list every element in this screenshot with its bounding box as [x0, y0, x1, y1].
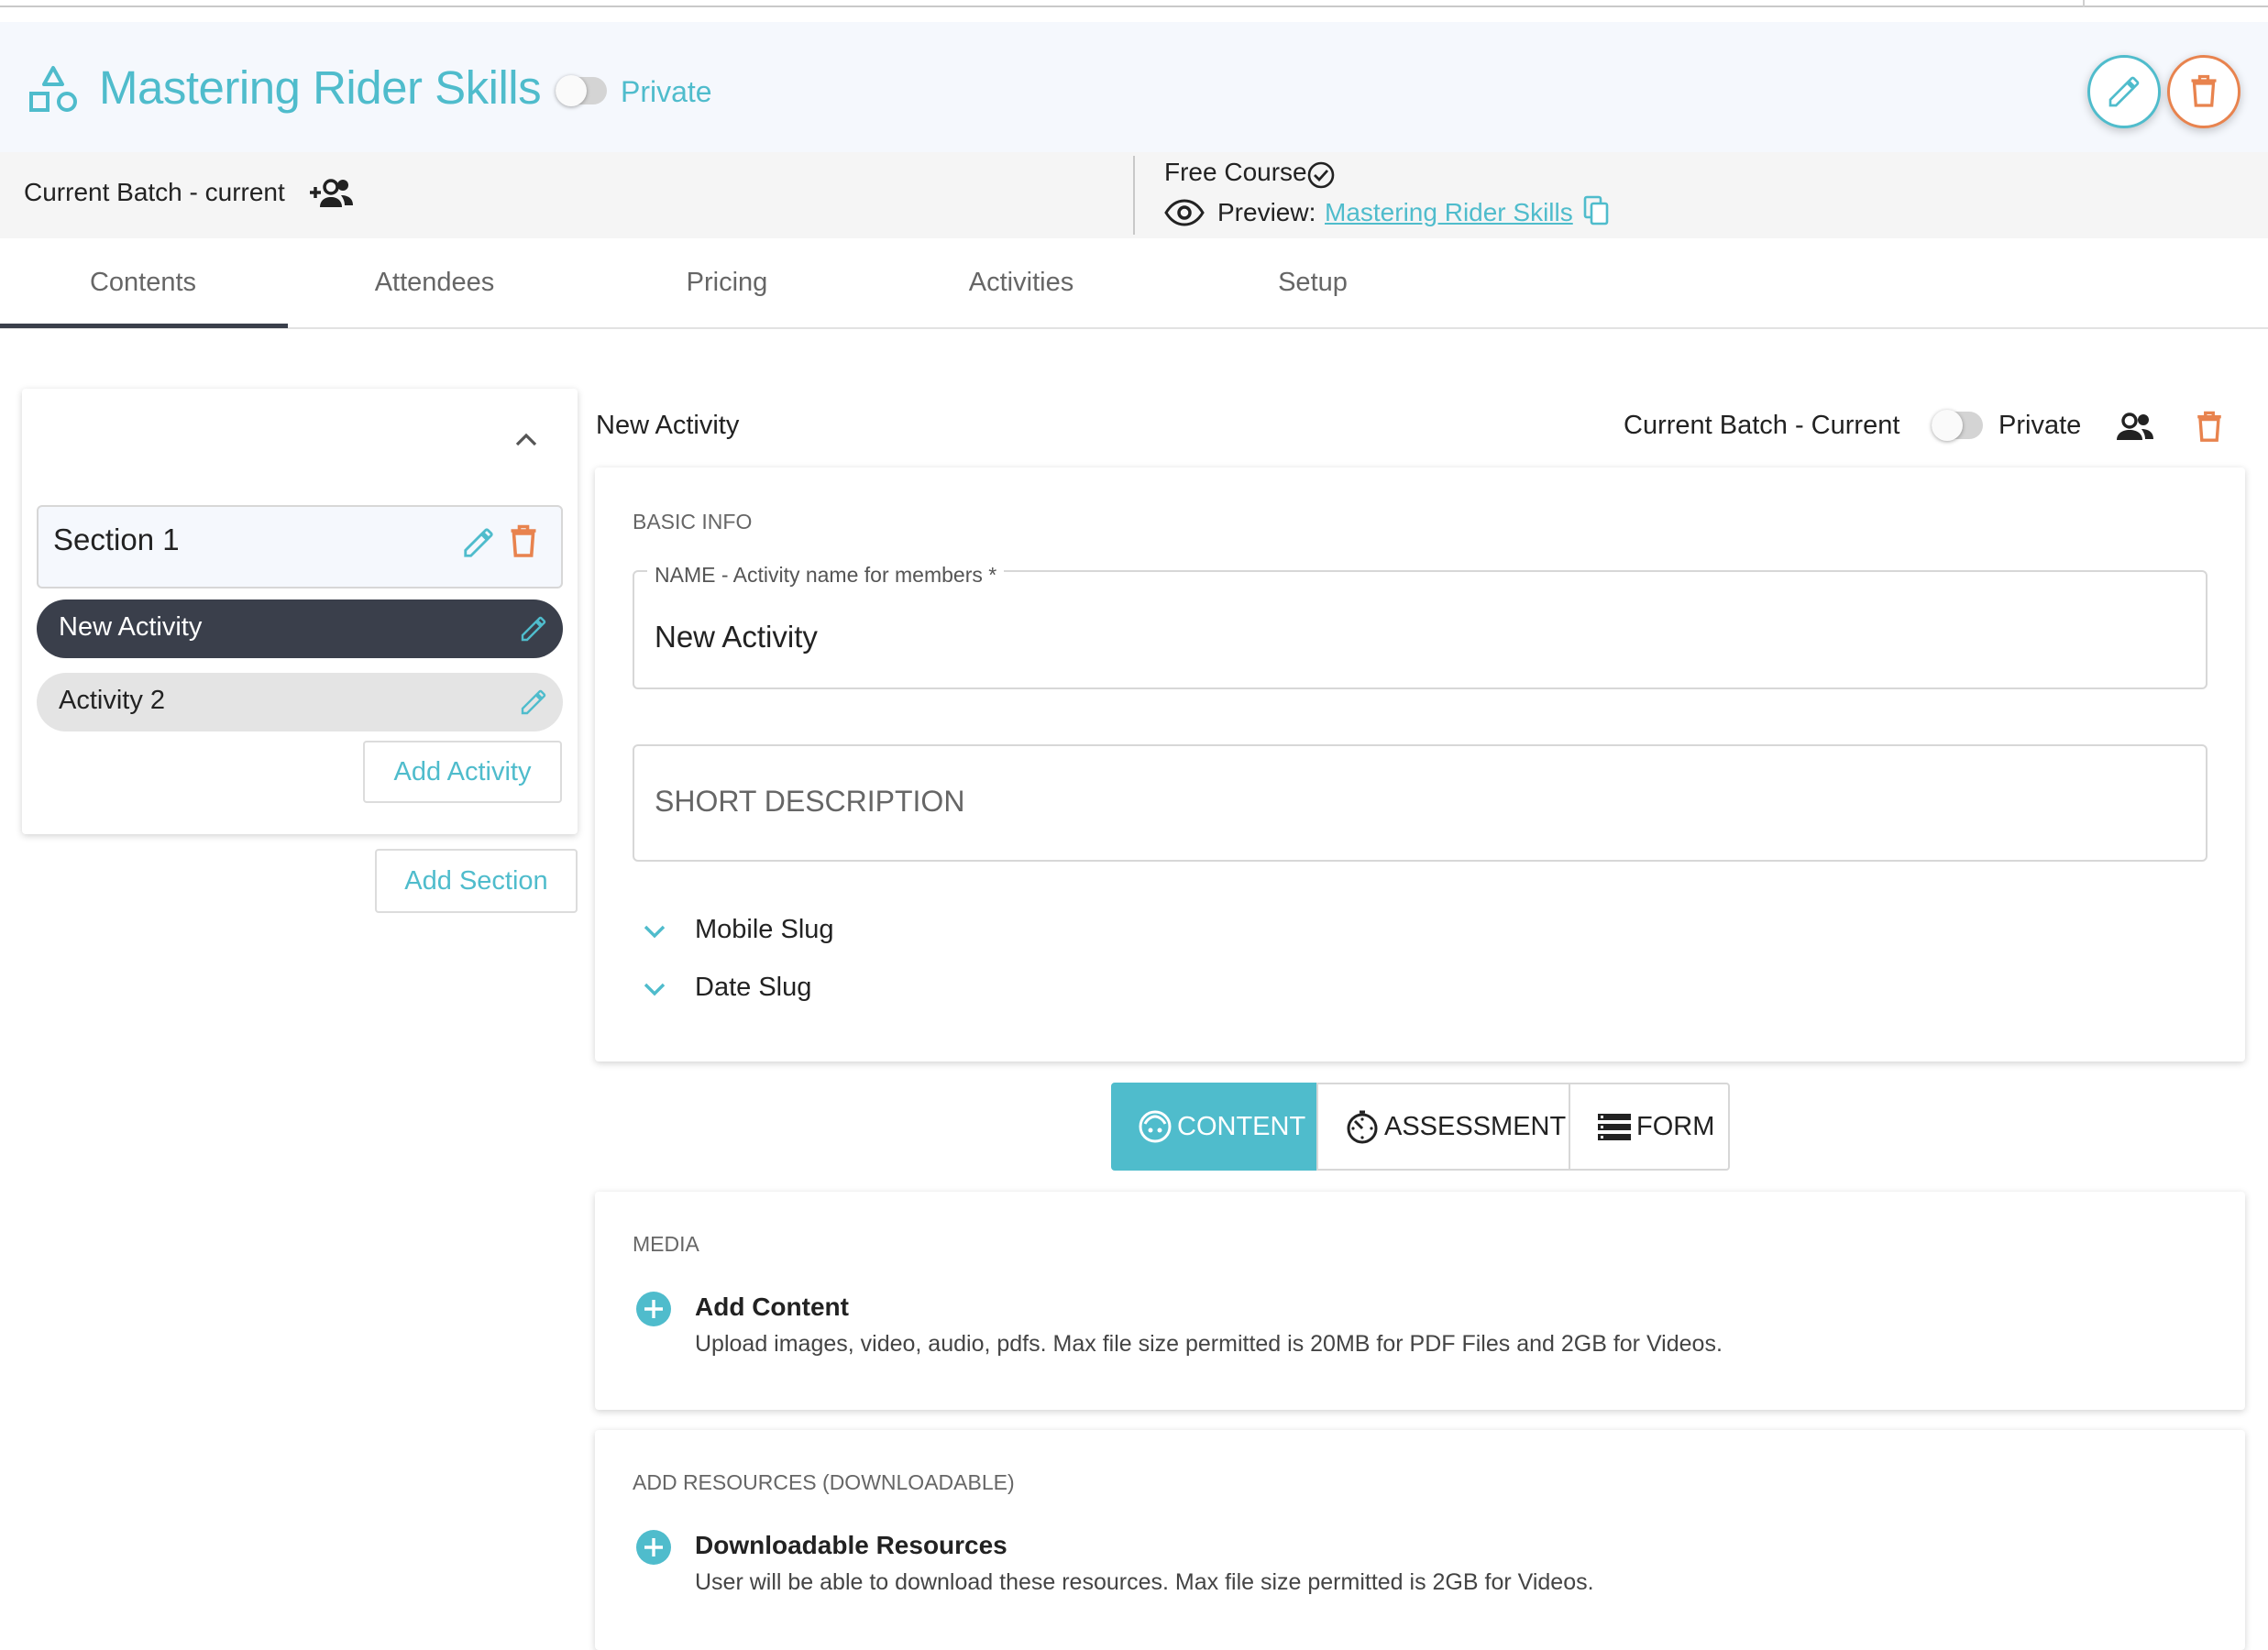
preview-label: Preview: [1217, 198, 1316, 226]
tab-contents[interactable]: Contents [0, 268, 286, 298]
current-batch-label: Current Batch - current [24, 178, 285, 206]
eye-icon [1164, 199, 1205, 226]
shapes-icon [29, 66, 77, 112]
tabs-divider [0, 327, 2268, 329]
content-type-content-button[interactable]: CONTENT [1111, 1083, 1318, 1171]
basic-info-heading: BASIC INFO [633, 510, 753, 534]
tab-pricing[interactable]: Pricing [584, 268, 870, 298]
activity-name-label: NAME - Activity name for members * [647, 563, 1005, 588]
content-type-form-button[interactable]: FORM [1569, 1083, 1730, 1171]
course-title: Mastering Rider Skills [99, 61, 542, 114]
add-activity-button[interactable]: Add Activity [363, 741, 562, 803]
mobile-slug-toggle[interactable]: Mobile Slug [695, 915, 834, 945]
timer-icon [1347, 1110, 1378, 1144]
activity-private-label: Private [1998, 411, 2082, 440]
copy-icon[interactable] [1582, 195, 1610, 226]
course-private-label: Private [621, 75, 712, 108]
chevron-down-icon[interactable] [641, 979, 668, 999]
tab-activities[interactable]: Activities [878, 268, 1164, 298]
add-group-icon[interactable] [308, 177, 356, 210]
chevron-down-icon[interactable] [641, 921, 668, 941]
top-border-tick [2083, 0, 2085, 7]
edit-activity-icon[interactable] [519, 614, 548, 644]
section-label: Section 1 [53, 522, 180, 556]
date-slug-toggle[interactable]: Date Slug [695, 973, 811, 1003]
batch-bar-divider [1133, 156, 1135, 235]
downloadable-resources-description: User will be able to download these reso… [695, 1569, 1594, 1595]
edit-section-icon[interactable] [461, 525, 496, 560]
downloadable-resources-title[interactable]: Downloadable Resources [695, 1531, 1007, 1560]
activity-label: New Activity [59, 612, 203, 642]
delete-course-button[interactable] [2167, 55, 2240, 128]
activity-title: New Activity [596, 411, 740, 440]
edit-activity-icon[interactable] [519, 688, 548, 717]
activity-private-toggle[interactable] [1932, 410, 1983, 441]
delete-activity-icon[interactable] [2194, 409, 2225, 446]
activity-label: Activity 2 [59, 686, 166, 715]
course-private-toggle[interactable] [556, 75, 607, 106]
add-content-title[interactable]: Add Content [695, 1292, 849, 1322]
trash-icon [2191, 74, 2217, 107]
add-circle-icon[interactable] [635, 1291, 672, 1327]
activity-item-selected[interactable]: New Activity [37, 600, 563, 658]
users-icon[interactable] [2114, 412, 2156, 443]
content-type-label: FORM [1636, 1111, 1715, 1141]
activity-batch-label: Current Batch - Current [1624, 411, 1900, 440]
content-type-label: CONTENT [1177, 1111, 1306, 1141]
activity-name-field[interactable] [633, 570, 2207, 689]
form-list-icon [1598, 1114, 1631, 1140]
add-content-description: Upload images, video, audio, pdfs. Max f… [695, 1331, 1723, 1357]
top-border [0, 0, 2268, 7]
edit-course-button[interactable] [2087, 55, 2161, 128]
content-icon [1139, 1110, 1172, 1143]
tab-attendees[interactable]: Attendees [292, 268, 578, 298]
check-circle-icon [1307, 161, 1335, 189]
tab-setup[interactable]: Setup [1170, 268, 1456, 298]
content-type-assessment-button[interactable]: ASSESSMENT [1316, 1083, 1570, 1171]
add-circle-icon[interactable] [635, 1529, 672, 1566]
short-description-placeholder: SHORT DESCRIPTION [655, 785, 965, 818]
preview-link[interactable]: Mastering Rider Skills [1325, 198, 1573, 227]
active-tab-indicator [0, 324, 288, 328]
activity-name-value[interactable]: New Activity [655, 620, 818, 654]
resources-heading: ADD RESOURCES (DOWNLOADABLE) [633, 1470, 1015, 1494]
media-heading: MEDIA [633, 1232, 699, 1256]
add-section-button[interactable]: Add Section [375, 849, 578, 913]
activity-item[interactable]: Activity 2 [37, 673, 563, 732]
chevron-up-icon[interactable] [510, 427, 543, 451]
content-type-label: ASSESSMENT [1384, 1111, 1567, 1141]
delete-section-icon[interactable] [507, 523, 540, 560]
pencil-icon [2108, 76, 2140, 107]
free-course-label: Free Course [1164, 158, 1307, 186]
